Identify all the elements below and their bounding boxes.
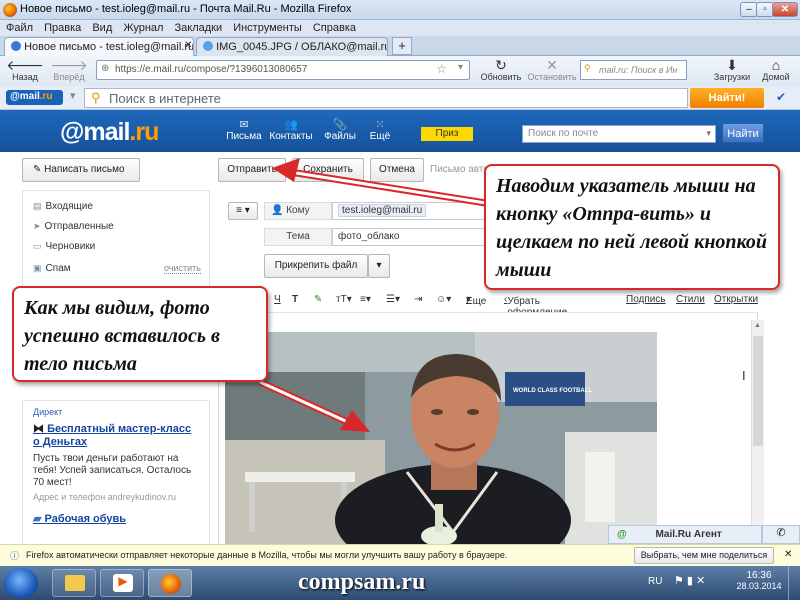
- firefox-notification-bar: ⓘ Firefox автоматически отправляет некот…: [0, 544, 800, 566]
- agent-status-icon: @: [617, 529, 627, 540]
- show-desktop-button[interactable]: [788, 566, 800, 600]
- clock[interactable]: 16:36 28.03.2014: [736, 570, 782, 591]
- phone-icon[interactable]: ✆: [762, 525, 800, 544]
- windows-taskbar: ▶ compsam.ru RU ⚑ ▮ ✕ 16:36 28.03.2014: [0, 566, 800, 600]
- close-notification-icon[interactable]: ✕: [784, 549, 792, 560]
- send-hint-callout: Наводим указатель мыши на кнопку «Отпра-…: [484, 164, 780, 290]
- firefox-icon: [161, 574, 181, 594]
- mail-agent-bar[interactable]: @ Mail.Ru Агент: [608, 525, 762, 544]
- start-button[interactable]: [4, 568, 38, 598]
- photo-hint-callout: Как мы видим, фото успешно вставилось в …: [12, 286, 268, 382]
- taskbar-media[interactable]: ▶: [100, 569, 144, 597]
- notification-text: Firefox автоматически отправляет некотор…: [26, 550, 508, 560]
- tray-icons[interactable]: ⚑ ▮ ✕: [674, 574, 705, 587]
- folder-icon: [65, 575, 85, 591]
- clock-date: 28.03.2014: [736, 581, 782, 591]
- info-icon: ⓘ: [10, 551, 20, 561]
- media-player-icon: ▶: [113, 574, 133, 592]
- clock-time: 16:36: [746, 570, 772, 581]
- agent-label: Mail.Ru Агент: [655, 529, 722, 540]
- choose-share-button[interactable]: Выбрать, чем мне поделиться: [634, 547, 774, 564]
- brand-watermark: compsam.ru: [298, 569, 426, 595]
- language-indicator[interactable]: RU: [648, 576, 662, 587]
- taskbar-firefox[interactable]: [148, 569, 192, 597]
- taskbar-explorer[interactable]: [52, 569, 96, 597]
